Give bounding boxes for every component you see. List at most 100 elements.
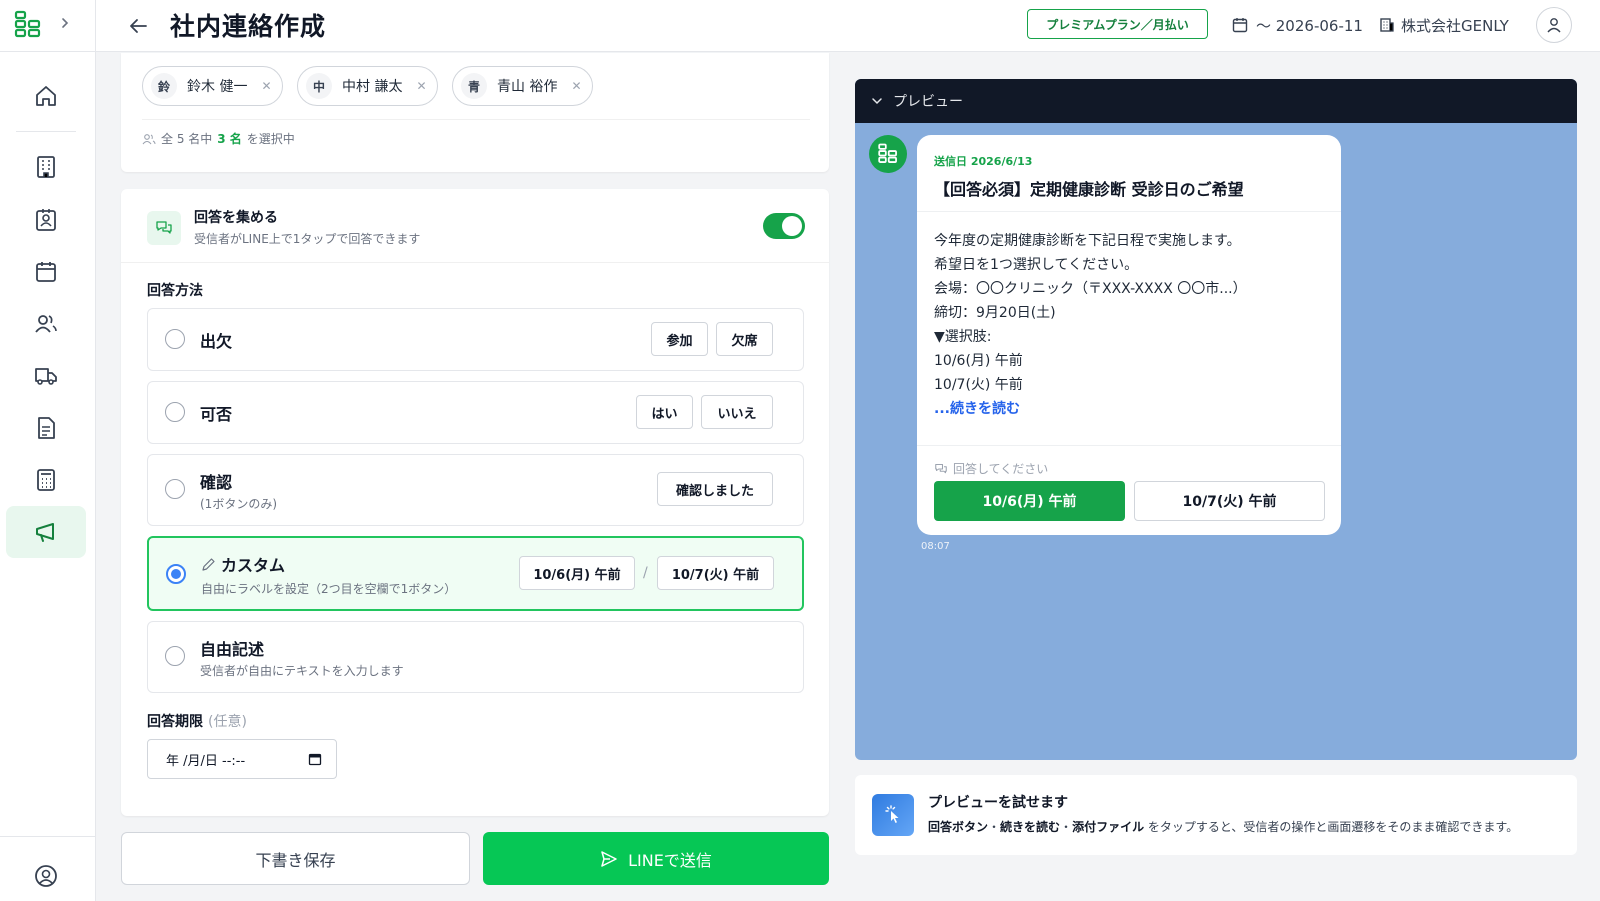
option-subtitle: 自由にラベルを設定（2つ目を空欄で1ボタン） [201,582,457,596]
send-line-button[interactable]: LINEで送信 [483,832,829,885]
nav-truck[interactable] [6,350,86,402]
users-icon [35,315,57,333]
read-more-link[interactable]: ...続きを読む [934,397,1247,421]
hint-bold: 回答ボタン [928,820,989,834]
radio-attendance[interactable] [165,329,185,349]
deadline-label-text: 回答期限 [147,714,203,730]
contact-card-icon [36,209,56,231]
option-custom[interactable]: カスタム 自由にラベルを設定（2つ目を空欄で1ボタン） 10/6(月) 午前 /… [147,536,804,611]
user-avatar[interactable] [1536,7,1572,43]
genly-logo-icon [878,143,897,163]
hint-text: 回答ボタン・続きを読む・添付ファイル をタップすると、受信者の操作と画面遷移をそ… [928,818,1518,835]
calendar-icon[interactable] [308,752,322,766]
company[interactable]: 株式会社GENLY [1379,13,1509,37]
count-selected: 3 名 [217,132,242,146]
message-title: 【回答必須】定期健康診断 受診日のご希望 [934,180,1244,199]
expiry-text: 〜 2026-06-11 [1256,16,1363,35]
body-line: 会場：〇〇クリニック（〒XXX-XXXX 〇〇市...） [934,281,1247,297]
radio-confirm[interactable] [165,479,185,499]
collect-responses-toggle[interactable] [763,213,805,239]
custom-label-1-input[interactable]: 10/6(月) 午前 [519,556,635,590]
prompt-text: 回答してください [953,462,1049,476]
recipient-chip[interactable]: 中 中村 謙太 ✕ [297,66,438,106]
account-circle-icon [35,865,57,887]
hint-bold: 続きを読む [1000,820,1061,834]
hint-body: をタップすると、受信者の操作と画面遷移をそのまま確認できます。 [1147,820,1519,834]
close-icon[interactable]: ✕ [416,79,426,93]
save-draft-button[interactable]: 下書き保存 [121,832,470,885]
nav-document[interactable] [6,402,86,454]
preview-answer-button-2[interactable]: 10/7(火) 午前 [1134,481,1325,521]
preview-answer-button-1[interactable]: 10/6(月) 午前 [934,481,1125,521]
recipients-card: 鈴 鈴木 健一 ✕ 中 中村 謙太 ✕ 青 青山 裕作 ✕ 全 5 名中 3 名… [121,53,829,172]
nav-megaphone[interactable] [6,506,86,558]
hint-dot: ・ [1060,820,1073,834]
count-suffix: を選択中 [246,132,295,146]
chip-initial: 鈴 [151,73,177,99]
close-icon[interactable]: ✕ [261,79,271,93]
message-bubble: 送信日 2026/6/13 【回答必須】定期健康診断 受診日のご希望 今年度の定… [917,135,1341,535]
hint-bold: 添付ファイル [1072,820,1145,834]
hint-dot: ・ [988,820,1001,834]
option-free-text[interactable]: 自由記述 受信者が自由にテキストを入力します [147,621,804,693]
radio-free-text[interactable] [165,646,185,666]
label-confirmed: 確認しました [657,472,773,506]
home-icon [36,86,56,106]
radio-yes-no[interactable] [165,402,185,422]
nav-calendar[interactable] [6,246,86,298]
calculator-icon [37,469,55,491]
chip-initial: 中 [306,73,332,99]
nav-contact-card[interactable] [6,194,86,246]
preview-bar[interactable]: プレビュー [855,79,1577,123]
deadline-value: 年 /月/日 --:-- [166,753,246,769]
option-confirm[interactable]: 確認 (1ボタンのみ) 確認しました [147,454,804,526]
company-name: 株式会社GENLY [1401,16,1509,35]
nav-home[interactable] [6,70,86,122]
option-subtitle: 受信者が自由にテキストを入力します [200,664,404,678]
response-subtitle: 受信者がLINE上で1タップで回答できます [194,232,421,246]
send-date: 送信日 2026/6/13 [934,155,1033,168]
response-title: 回答を集める [194,210,278,226]
nav-account[interactable] [6,850,86,901]
option-title: 出欠 [200,332,233,351]
deadline-input[interactable]: 年 /月/日 --:-- [147,739,337,779]
recipient-chip[interactable]: 鈴 鈴木 健一 ✕ [142,66,283,106]
nav-calculator[interactable] [6,454,86,506]
custom-label-2-input[interactable]: 10/7(火) 午前 [657,556,774,590]
nav-building[interactable] [6,141,86,193]
radio-custom[interactable] [166,564,186,584]
response-header: 回答を集める 受信者がLINE上で1タップで回答できます [121,189,829,263]
label-yes: はい [636,395,693,429]
option-title: 自由記述 [200,640,265,659]
nav-users[interactable] [6,298,86,350]
hint-title: プレビューを試せます [928,795,1068,811]
recipient-chip[interactable]: 青 青山 裕作 ✕ [452,66,593,106]
back-arrow-icon[interactable] [126,14,150,38]
option-yes-no[interactable]: 可否 はい いいえ [147,381,804,444]
sidebar-divider [0,836,96,837]
option-attendance[interactable]: 出欠 参加 欠席 [147,308,804,371]
body-line: ▼選択肢: [934,329,992,345]
plan-badge[interactable]: プレミアムプラン／月払い [1027,9,1208,39]
method-label: 回答方法 [147,283,203,299]
genly-logo-icon[interactable] [14,10,42,40]
chat-bubbles-icon [935,463,947,473]
pencil-icon [202,557,215,571]
deadline-optional: (任意) [208,714,247,730]
divider [142,119,810,120]
calendar-icon [36,262,56,282]
send-label: LINEで送信 [628,850,712,870]
header: 社内連絡作成 プレミアムプラン／月払い 〜 2026-06-11 株式会社GEN… [96,0,1600,52]
body-line: 希望日を1つ選択してください。 [934,257,1139,273]
expiry-date: 〜 2026-06-11 [1232,13,1363,37]
option-title: 確認 [200,473,233,492]
chat-bubbles-icon [147,211,181,245]
chevron-right-icon[interactable] [58,16,72,30]
calendar-icon [1232,18,1248,33]
building-icon [1380,18,1394,32]
close-icon[interactable]: ✕ [571,79,581,93]
chip-name: 鈴木 健一 [187,79,248,95]
truck-icon [35,368,57,385]
megaphone-icon [36,523,54,542]
response-prompt: 回答してください [934,460,1048,477]
